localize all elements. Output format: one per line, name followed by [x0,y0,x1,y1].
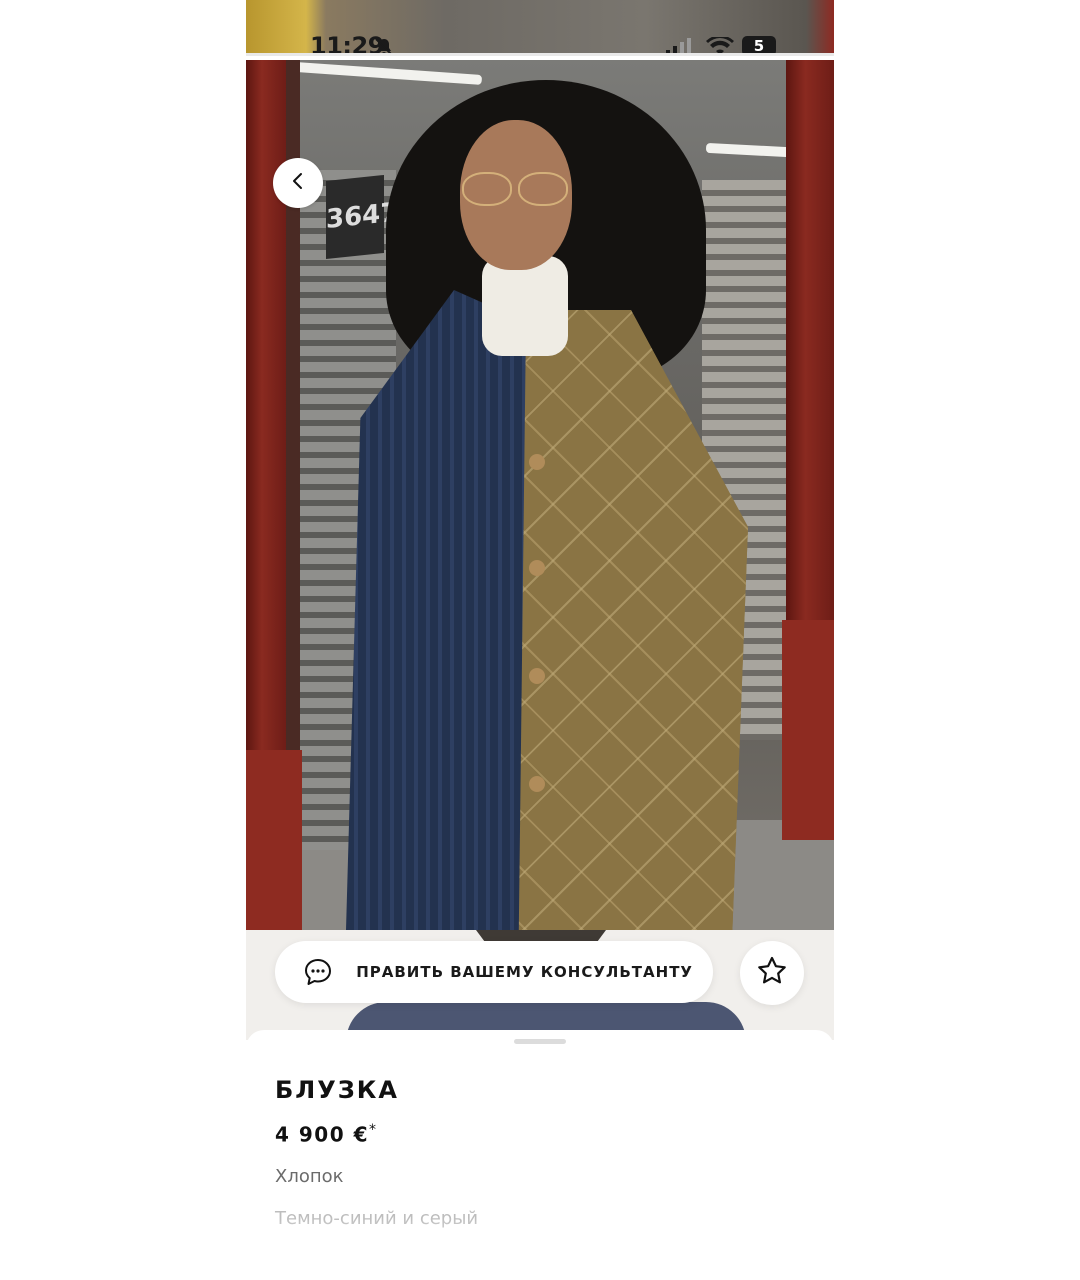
product-name: БЛУЗКА [275,1076,399,1104]
status-time: 11:29 [310,32,384,60]
cellular-signal-icon [666,38,694,60]
model-turtleneck [482,256,568,356]
coat-button [529,454,545,470]
price-value: 4 900 € [275,1122,370,1147]
sheet-fade [246,1218,834,1280]
favorite-button[interactable] [740,941,804,1005]
product-image[interactable]: 3647 [246,60,834,930]
pillar-base [782,620,834,840]
product-price: 4 900 €* [275,1122,378,1147]
price-footnote-mark: * [369,1122,378,1138]
model-glasses [462,172,568,206]
chevron-left-icon [289,172,307,194]
product-material: Хлопок [275,1166,344,1187]
battery-icon: 5 [742,36,776,56]
ceiling-light [281,61,483,85]
back-button[interactable] [273,158,323,208]
coat-button [529,776,545,792]
train-number-sign: 3647 [326,174,398,260]
sheet-drag-handle[interactable] [514,1039,566,1044]
pillar-base [246,750,302,930]
bell-muted-icon [374,37,394,61]
product-info-sheet[interactable]: БЛУЗКА 4 900 €* Хлопок Темно-синий и сер… [246,1030,834,1280]
wifi-icon [706,35,734,61]
send-to-advisor-label: ОТПРАВИТЬ ВАШЕМУ КОНСУЛЬТАНТУ [357,963,693,981]
status-bar: 11:29 5 [246,0,834,60]
product-screen: 11:29 5 3647 ОТПРАВИТЬ ВАШЕМУ КОНСУЛЬТАН… [246,0,834,1280]
star-outline-icon [756,955,788,991]
coat-button [529,560,545,576]
coat-button [529,668,545,684]
chat-bubble-icon [303,957,333,987]
send-to-advisor-button[interactable]: ОТПРАВИТЬ ВАШЕМУ КОНСУЛЬТАНТУ [275,941,713,1003]
